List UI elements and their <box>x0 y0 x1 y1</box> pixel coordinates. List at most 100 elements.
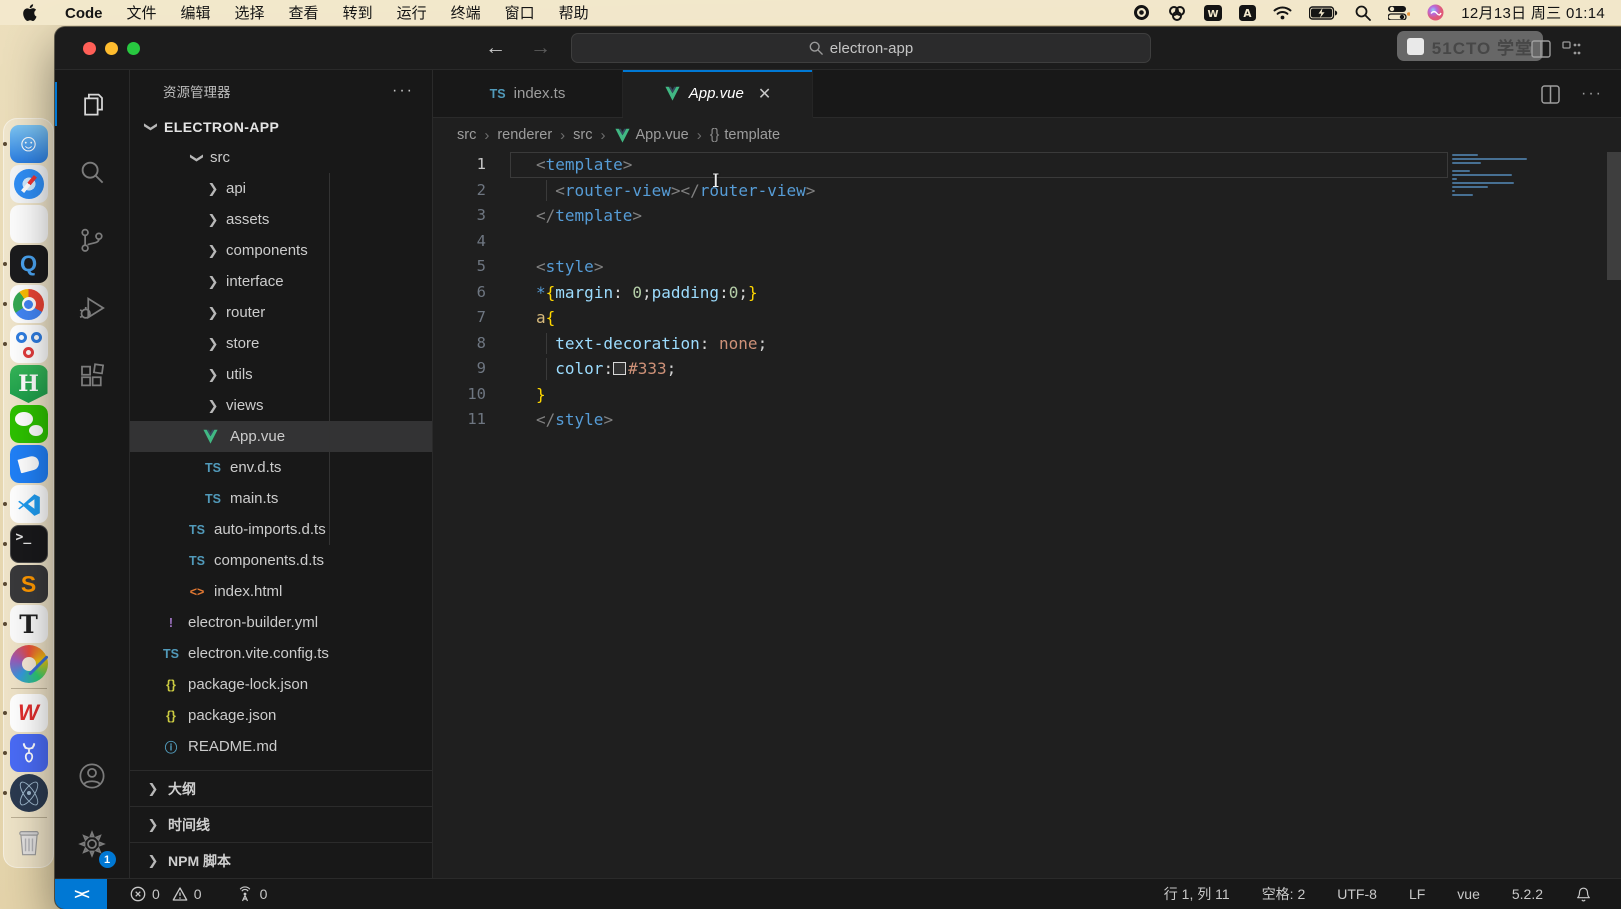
zoom-window-button[interactable] <box>127 42 140 55</box>
menu-item-运行[interactable]: 运行 <box>385 5 439 22</box>
tree-item-src[interactable]: ❯src <box>130 142 432 173</box>
eol-status[interactable]: LF <box>1400 886 1434 902</box>
tree-item-interface[interactable]: ❯interface <box>130 266 432 297</box>
siri-icon[interactable] <box>1427 4 1444 21</box>
spotlight-icon[interactable] <box>1355 5 1371 21</box>
sidebar-section-时间线[interactable]: ❯时间线 <box>130 806 432 842</box>
screen-record-icon[interactable] <box>1133 4 1150 21</box>
app-circles-icon[interactable] <box>1167 5 1187 21</box>
code-line-11[interactable]: 11</style> <box>433 407 1621 433</box>
dock-item-deer-vpn[interactable] <box>10 734 48 772</box>
language-mode-status[interactable]: vue <box>1448 886 1489 902</box>
menu-item-编辑[interactable]: 编辑 <box>169 5 223 22</box>
navigate-back-button[interactable]: ← <box>485 36 506 60</box>
version-status[interactable]: 5.2.2 <box>1503 886 1552 902</box>
dock-item-terminal[interactable]: >_ <box>10 525 48 563</box>
minimap[interactable] <box>1452 154 1540 198</box>
breadcrumb-item-renderer[interactable]: renderer <box>497 127 552 143</box>
dock-item-hbuilderx[interactable]: H <box>10 365 48 403</box>
dock-item-wps-office[interactable]: W <box>10 694 48 732</box>
dock-item-chrome[interactable] <box>10 285 48 323</box>
tree-item-router[interactable]: ❯router <box>130 297 432 328</box>
menu-item-查看[interactable]: 查看 <box>277 5 331 22</box>
close-tab-icon[interactable]: ✕ <box>758 84 771 104</box>
menu-item-转到[interactable]: 转到 <box>331 5 385 22</box>
battery-icon[interactable] <box>1309 6 1338 20</box>
dock-item-textedit[interactable]: T <box>10 605 48 643</box>
dock-item-vscode[interactable] <box>10 485 48 523</box>
wifi-icon[interactable] <box>1273 6 1292 20</box>
dock-item-sunlogin[interactable] <box>10 325 48 363</box>
tree-item-package.json[interactable]: {}package.json <box>130 700 432 731</box>
activity-settings-icon[interactable]: 1 <box>55 810 130 878</box>
tree-item-env.d.ts[interactable]: TSenv.d.ts <box>130 452 432 483</box>
tree-item-App.vue[interactable]: App.vue <box>130 421 432 452</box>
tree-item-README.md[interactable]: ⓘREADME.md <box>130 731 432 762</box>
activity-explorer-icon[interactable] <box>55 70 130 138</box>
activity-search-icon[interactable] <box>55 138 130 206</box>
project-root-row[interactable]: ❯ ELECTRON-APP <box>130 112 432 142</box>
breadcrumb-item-App.vue[interactable]: App.vue <box>614 127 689 143</box>
dock-item-trash[interactable] <box>10 823 48 861</box>
activity-source-control-icon[interactable] <box>55 206 130 274</box>
tab-App.vue[interactable]: App.vue✕ <box>623 70 813 118</box>
wps-menu-icon[interactable]: W <box>1204 5 1222 21</box>
notifications-bell[interactable] <box>1566 886 1601 903</box>
tree-item-electron.vite.config.ts[interactable]: TSelectron.vite.config.ts <box>130 638 432 669</box>
menu-item-帮助[interactable]: 帮助 <box>547 5 601 22</box>
breadcrumb-item-src[interactable]: src <box>573 127 592 143</box>
tree-item-components[interactable]: ❯components <box>130 235 432 266</box>
control-center-icon[interactable] <box>1388 6 1410 20</box>
dock-item-electron[interactable] <box>10 774 48 812</box>
editor-scrollbar[interactable] <box>1607 152 1621 280</box>
tree-item-components.d.ts[interactable]: TScomponents.d.ts <box>130 545 432 576</box>
dock-item-dingtalk[interactable] <box>10 445 48 483</box>
dock-item-launchpad[interactable] <box>10 205 48 243</box>
tree-item-store[interactable]: ❯store <box>130 328 432 359</box>
menu-item-终端[interactable]: 终端 <box>439 5 493 22</box>
indentation-status[interactable]: 空格: 2 <box>1253 884 1315 904</box>
dock-item-finder[interactable]: ☺ <box>10 125 48 163</box>
dock-item-safari[interactable] <box>10 165 48 203</box>
tree-item-index.html[interactable]: <>index.html <box>130 576 432 607</box>
sidebar-section-NPM 脚本[interactable]: ❯NPM 脚本 <box>130 842 432 878</box>
tree-item-assets[interactable]: ❯assets <box>130 204 432 235</box>
dock-item-sublime-text[interactable]: S <box>10 565 48 603</box>
input-source-icon[interactable]: A <box>1239 5 1256 21</box>
cursor-position-status[interactable]: 行 1, 列 11 <box>1155 884 1239 904</box>
code-line-5[interactable]: 5<style> <box>433 254 1621 280</box>
tree-item-utils[interactable]: ❯utils <box>130 359 432 390</box>
menu-item-选择[interactable]: 选择 <box>223 5 277 22</box>
code-line-1[interactable]: 1<template> <box>433 152 1621 178</box>
sidebar-section-大纲[interactable]: ❯大纲 <box>130 770 432 806</box>
code-editor[interactable]: 1<template>2 <router-view></router-view>… <box>433 152 1621 878</box>
tree-item-electron-builder.yml[interactable]: !electron-builder.yml <box>130 607 432 638</box>
activity-run-debug-icon[interactable] <box>55 274 130 342</box>
breadcrumb-item-src[interactable]: src <box>457 127 476 143</box>
tree-item-auto-imports.d.ts[interactable]: TSauto-imports.d.ts <box>130 514 432 545</box>
code-line-9[interactable]: 9 color:#333; <box>433 356 1621 382</box>
code-line-10[interactable]: 10} <box>433 382 1621 408</box>
tree-item-main.ts[interactable]: TSmain.ts <box>130 483 432 514</box>
navigate-forward-button[interactable]: → <box>530 36 551 60</box>
dock-item-art-palette[interactable] <box>10 645 48 683</box>
encoding-status[interactable]: UTF-8 <box>1328 886 1386 902</box>
remote-indicator[interactable]: >< <box>55 879 107 909</box>
activity-extensions-icon[interactable] <box>55 342 130 410</box>
apple-logo-icon[interactable] <box>22 4 37 21</box>
code-line-6[interactable]: 6*{margin: 0;padding:0;} <box>433 280 1621 306</box>
tree-item-api[interactable]: ❯api <box>130 173 432 204</box>
problems-status[interactable]: 0 0 <box>121 886 211 902</box>
activity-account-icon[interactable] <box>55 742 130 810</box>
tree-item-package-lock.json[interactable]: {}package-lock.json <box>130 669 432 700</box>
editor-more-actions-button[interactable]: ··· <box>1581 85 1603 103</box>
command-center-search[interactable]: electron-app <box>571 33 1151 63</box>
menu-item-Code[interactable]: Code <box>51 5 115 22</box>
dock-item-wechat[interactable] <box>10 405 48 443</box>
close-window-button[interactable] <box>83 42 96 55</box>
code-line-2[interactable]: 2 <router-view></router-view> <box>433 178 1621 204</box>
minimize-window-button[interactable] <box>105 42 118 55</box>
tab-index.ts[interactable]: TSindex.ts <box>433 70 623 117</box>
tree-item-views[interactable]: ❯views <box>130 390 432 421</box>
dock-item-quicktime[interactable]: Q <box>10 245 48 283</box>
